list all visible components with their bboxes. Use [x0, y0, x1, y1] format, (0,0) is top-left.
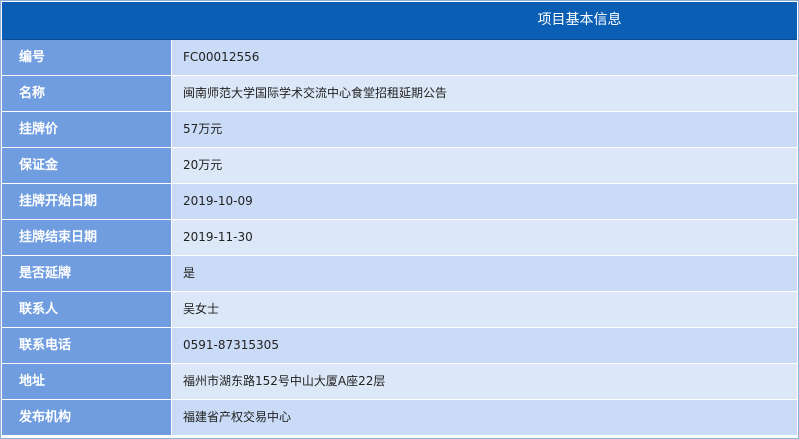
row-extension: 是否延牌 是: [2, 256, 797, 292]
row-contact-person: 联系人 吴女士: [2, 292, 797, 328]
row-label: 地址: [2, 364, 172, 399]
row-label: 发布机构: [2, 400, 172, 435]
info-rows: 编号 FC00012556 名称 闽南师范大学国际学术交流中心食堂招租延期公告 …: [2, 40, 797, 435]
row-label: 是否延牌: [2, 256, 172, 291]
row-contact-phone: 联系电话 0591-87315305: [2, 328, 797, 364]
row-label: 保证金: [2, 148, 172, 183]
row-value: 福建省产权交易中心: [172, 400, 797, 435]
row-value: 0591-87315305: [172, 328, 797, 363]
row-id: 编号 FC00012556: [2, 40, 797, 76]
row-name: 名称 闽南师范大学国际学术交流中心食堂招租延期公告: [2, 76, 797, 112]
row-label: 编号: [2, 40, 172, 75]
row-listing-price: 挂牌价 57万元: [2, 112, 797, 148]
row-value: 2019-10-09: [172, 184, 797, 219]
table-title: 项目基本信息: [537, 12, 622, 28]
row-value: 吴女士: [172, 292, 797, 327]
row-label: 挂牌价: [2, 112, 172, 147]
row-publisher: 发布机构 福建省产权交易中心: [2, 400, 797, 435]
row-address: 地址 福州市湖东路152号中山大厦A座22层: [2, 364, 797, 400]
row-value: FC00012556: [172, 40, 797, 75]
row-label: 联系电话: [2, 328, 172, 363]
row-value: 57万元: [172, 112, 797, 147]
row-value: 2019-11-30: [172, 220, 797, 255]
row-label: 名称: [2, 76, 172, 111]
row-deposit: 保证金 20万元: [2, 148, 797, 184]
row-end-date: 挂牌结束日期 2019-11-30: [2, 220, 797, 256]
project-info-table: 项目基本信息 编号 FC00012556 名称 闽南师范大学国际学术交流中心食堂…: [0, 0, 799, 439]
row-label: 联系人: [2, 292, 172, 327]
row-value: 福州市湖东路152号中山大厦A座22层: [172, 364, 797, 399]
row-value: 20万元: [172, 148, 797, 183]
row-value: 是: [172, 256, 797, 291]
row-label: 挂牌开始日期: [2, 184, 172, 219]
row-value: 闽南师范大学国际学术交流中心食堂招租延期公告: [172, 76, 797, 111]
row-start-date: 挂牌开始日期 2019-10-09: [2, 184, 797, 220]
table-header: 项目基本信息: [2, 2, 797, 40]
row-label: 挂牌结束日期: [2, 220, 172, 255]
